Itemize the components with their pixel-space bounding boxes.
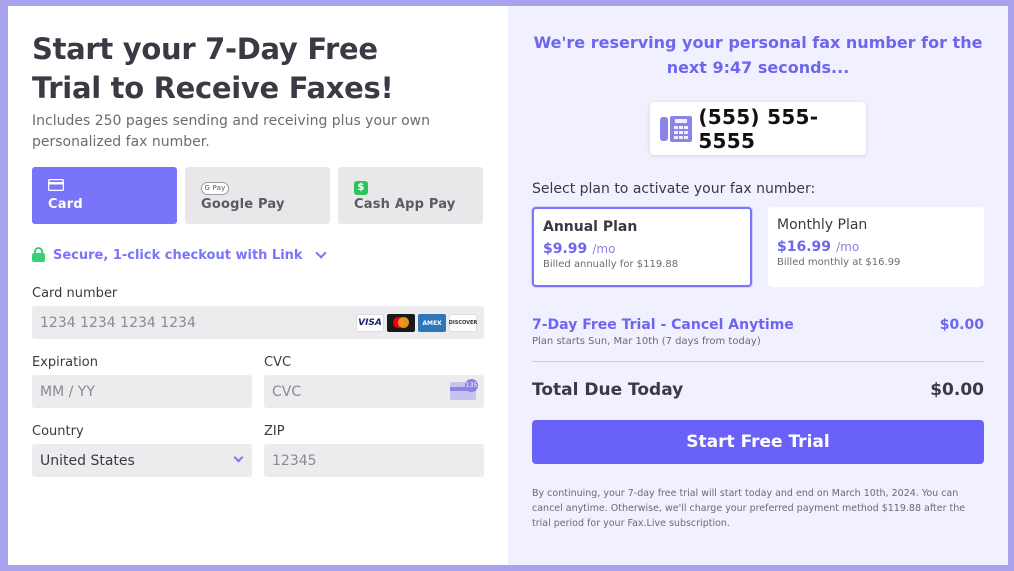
zip-placeholder: 12345 (272, 452, 317, 469)
visa-icon: VISA (356, 314, 384, 332)
cvc-group: CVC CVC 135 (264, 355, 484, 408)
select-plan-label: Select plan to activate your fax number: (532, 181, 816, 197)
country-value: United States (40, 452, 135, 469)
expiration-label: Expiration (32, 355, 98, 370)
reservation-timer-text: We're reserving your personal fax number… (533, 33, 983, 77)
trial-subtitle: Plan starts Sun, Mar 10th (7 days from t… (532, 336, 761, 347)
country-group: Country United States (32, 424, 252, 477)
card-icon (47, 178, 162, 193)
discover-icon: DISCOVER (449, 314, 477, 332)
trial-line: 7-Day Free Trial - Cancel Anytime Plan s… (532, 317, 984, 347)
link-checkout-toggle[interactable]: Secure, 1-click checkout with Link (32, 246, 484, 264)
plan-annual[interactable]: Annual Plan $9.99 /mo Billed annually fo… (532, 207, 752, 287)
tab-cash-app-pay-label: Cash App Pay (354, 197, 456, 212)
tab-google-pay[interactable]: G Pay Google Pay (185, 167, 330, 224)
legal-disclaimer: By continuing, your 7-day free trial wil… (532, 488, 966, 529)
card-number-group: Card number 1234 1234 1234 1234 VISA AME… (32, 286, 484, 339)
tab-card-label: Card (48, 197, 83, 212)
expiration-input[interactable]: MM / YY (32, 375, 252, 408)
checkout-card: Start your 7-Day Free Trial to Receive F… (8, 6, 1008, 565)
plan-monthly[interactable]: Monthly Plan $16.99 /mo Billed monthly a… (768, 207, 984, 287)
link-checkout-text: Secure, 1-click checkout with Link (53, 247, 303, 263)
total-value: $0.00 (930, 380, 984, 400)
country-select[interactable]: United States (32, 444, 252, 477)
tab-google-pay-label: Google Pay (201, 197, 285, 212)
cvc-placeholder: CVC (272, 383, 302, 400)
summary-divider (532, 361, 984, 362)
fax-machine-icon (660, 115, 692, 142)
card-brands: VISA AMEX DISCOVER (356, 314, 477, 332)
card-number-input[interactable]: 1234 1234 1234 1234 VISA AMEX DISCOVER (32, 306, 484, 339)
exp-cvc-row: Expiration MM / YY CVC CVC 135 (32, 355, 484, 408)
total-label: Total Due Today (532, 380, 684, 400)
tab-cash-app-pay[interactable]: $ Cash App Pay (338, 167, 483, 224)
country-zip-row: Country United States ZIP 12345 (32, 424, 484, 477)
zip-label: ZIP (264, 424, 285, 439)
chevron-down-icon (314, 247, 327, 259)
plan-options: Annual Plan $9.99 /mo Billed annually fo… (532, 207, 984, 287)
chevron-down-icon (233, 452, 244, 463)
total-line: Total Due Today $0.00 (532, 380, 984, 400)
country-label: Country (32, 424, 84, 439)
trial-price: $0.00 (939, 317, 984, 333)
fax-number: (555) 555-5555 (698, 104, 819, 153)
trial-title: 7-Day Free Trial - Cancel Anytime (532, 317, 794, 333)
card-number-label: Card number (32, 286, 118, 301)
page-subtitle: Includes 250 pages sending and receiving… (32, 113, 431, 150)
cvc-card-icon: 135 (450, 379, 478, 400)
zip-group: ZIP 12345 (264, 424, 484, 477)
mastercard-icon (387, 314, 415, 332)
plan-monthly-price: $16.99 (777, 239, 832, 255)
expiration-placeholder: MM / YY (40, 383, 95, 400)
amex-icon: AMEX (418, 314, 446, 332)
plan-monthly-billed: Billed monthly at $16.99 (777, 257, 901, 268)
fax-number-display: (555) 555-5555 (650, 102, 866, 155)
zip-input[interactable]: 12345 (264, 444, 484, 477)
cash-app-icon: $ (354, 181, 368, 195)
plan-monthly-name: Monthly Plan (777, 217, 868, 233)
card-number-placeholder: 1234 1234 1234 1234 (40, 314, 196, 331)
payment-section: Start your 7-Day Free Trial to Receive F… (8, 6, 508, 565)
payment-method-tabs: Card G Pay Google Pay $ Cash App Pay (32, 167, 484, 224)
lock-icon (32, 247, 45, 263)
cvc-label: CVC (264, 355, 292, 370)
plan-monthly-per: /mo (836, 240, 860, 254)
page-title: Start your 7-Day Free Trial to Receive F… (32, 32, 394, 105)
plan-annual-price: $9.99 (543, 241, 588, 257)
plan-annual-billed: Billed annually for $119.88 (543, 259, 679, 270)
tab-card[interactable]: Card (32, 167, 177, 224)
expiration-group: Expiration MM / YY (32, 355, 252, 408)
order-summary: We're reserving your personal fax number… (508, 6, 1008, 565)
google-pay-icon: G Pay (201, 182, 229, 195)
start-free-trial-button[interactable]: Start Free Trial (532, 420, 984, 464)
plan-annual-per: /mo (592, 242, 616, 256)
cvc-input[interactable]: CVC 135 (264, 375, 484, 408)
plan-annual-name: Annual Plan (543, 219, 638, 235)
